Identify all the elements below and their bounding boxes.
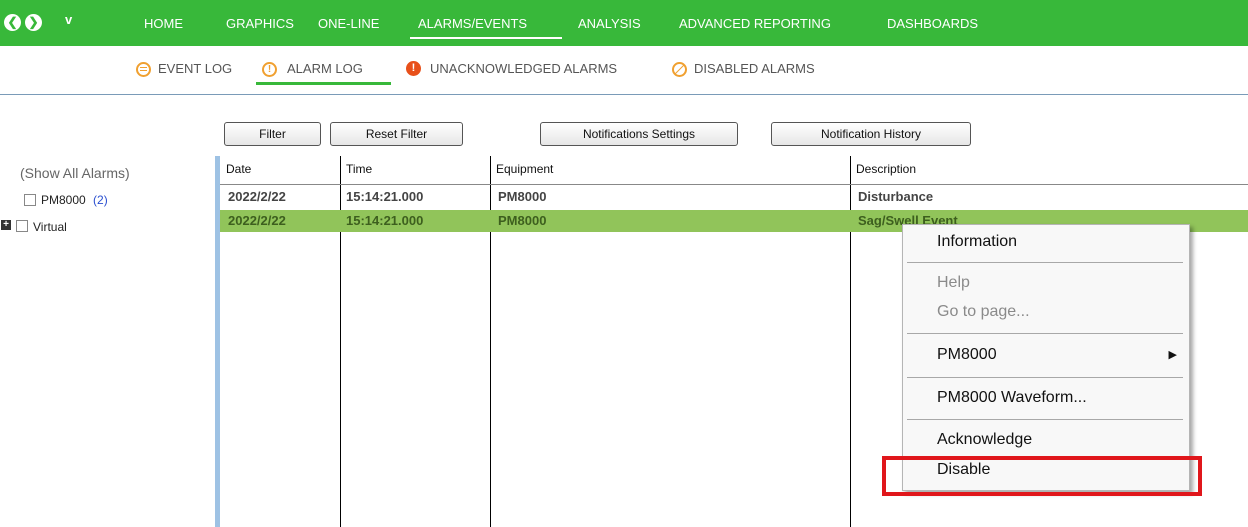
menu-item-pm8000-waveform[interactable]: PM8000 Waveform... [937,389,1087,407]
disabled-icon [672,62,687,77]
active-tab-indicator [410,37,562,39]
nav-graphics[interactable]: GRAPHICS [226,16,294,31]
forward-icon[interactable]: ❯ [25,14,42,31]
cell-equipment: PM8000 [498,189,547,204]
context-menu: Information Help Go to page... PM8000 ▶ … [902,224,1190,491]
column-header-date[interactable]: Date [226,162,251,176]
active-subtab-indicator [256,82,391,85]
nav-alarms-events[interactable]: ALARMS/EVENTS [418,16,527,31]
chevron-down-icon[interactable]: v [65,12,72,27]
header-divider [220,184,1248,185]
menu-item-acknowledge[interactable]: Acknowledge [937,431,1032,449]
cell-date: 2022/2/22 [228,213,286,228]
virtual-checkbox[interactable] [16,220,28,232]
menu-separator [907,262,1183,263]
menu-item-information[interactable]: Information [937,233,1017,251]
sub-nav-bar: EVENT LOG ! ALARM LOG ! UNACKNOWLEDGED A… [0,46,1248,95]
alarm-log-label: ALARM LOG [287,61,363,76]
alarm-source-tree: (Show All Alarms) PM8000 (2) + Virtual [0,156,215,527]
notifications-settings-button[interactable]: Notifications Settings [540,122,738,146]
table-row[interactable]: 2022/2/22 15:14:21.000 PM8000 Disturbanc… [220,186,1248,208]
show-all-alarms-link[interactable]: (Show All Alarms) [20,165,130,181]
cell-time: 15:14:21.000 [346,213,424,228]
alert-icon: ! [262,62,277,77]
highlight-box [882,456,1202,496]
nav-analysis[interactable]: ANALYSIS [578,16,641,31]
top-nav-bar: ❮ ❯ v HOME GRAPHICS ONE-LINE ALARMS/EVEN… [0,0,1248,46]
menu-separator [907,419,1183,420]
reset-filter-button[interactable]: Reset Filter [330,122,463,146]
tree-item-pm8000[interactable]: PM8000 (2) [41,193,108,207]
menu-item-help: Help [937,274,970,291]
alarm-count: (2) [93,193,108,207]
back-icon[interactable]: ❮ [4,14,21,31]
nav-dashboards[interactable]: DASHBOARDS [887,16,978,31]
filter-button[interactable]: Filter [224,122,321,146]
list-icon [136,62,151,77]
tree-item-label: PM8000 [41,193,86,207]
tree-item-virtual[interactable]: Virtual [33,220,67,234]
unacknowledged-alarms-label: UNACKNOWLEDGED ALARMS [430,61,618,76]
expand-icon[interactable]: + [1,220,11,230]
nav-one-line[interactable]: ONE-LINE [318,16,379,31]
cell-equipment: PM8000 [498,213,547,228]
submenu-arrow-icon: ▶ [1168,349,1177,361]
disabled-alarms-label: DISABLED ALARMS [694,61,815,76]
event-log-label: EVENT LOG [158,61,233,76]
nav-advanced-reporting[interactable]: ADVANCED REPORTING [679,16,831,31]
column-header-time[interactable]: Time [346,162,372,176]
column-header-description[interactable]: Description [856,162,916,176]
column-header-equipment[interactable]: Equipment [496,162,553,176]
cell-time: 15:14:21.000 [346,189,424,204]
menu-item-go-to-page: Go to page... [937,303,1030,320]
menu-separator [907,377,1183,378]
nav-home[interactable]: HOME [144,16,183,31]
cell-date: 2022/2/22 [228,189,286,204]
notification-history-button[interactable]: Notification History [771,122,971,146]
cell-description: Disturbance [858,189,934,204]
exclamation-icon: ! [406,61,421,76]
menu-separator [907,333,1183,334]
menu-item-pm8000[interactable]: PM8000 [937,346,997,364]
pm8000-checkbox[interactable] [24,194,36,206]
